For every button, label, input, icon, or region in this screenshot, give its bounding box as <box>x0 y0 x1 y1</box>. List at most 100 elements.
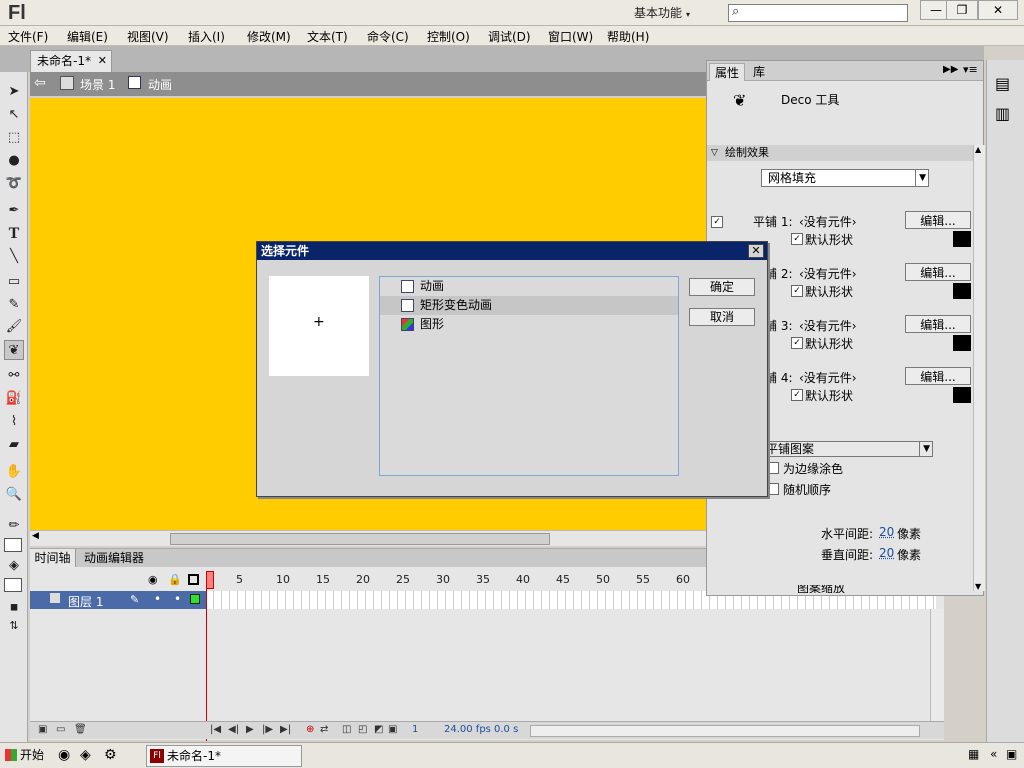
line-tool-icon[interactable]: ╲ <box>4 247 24 267</box>
deco-tool-icon[interactable]: ❦ <box>4 340 24 360</box>
menu-window[interactable]: 窗口(W) <box>548 28 593 45</box>
tab-timeline[interactable]: 时间轴 <box>30 549 76 567</box>
close-icon[interactable]: ✕ <box>98 51 107 71</box>
list-item-rect-color-animation[interactable]: 矩形变色动画 <box>380 296 678 315</box>
playhead[interactable] <box>206 571 214 741</box>
next-frame-icon[interactable]: |▶ <box>262 724 273 735</box>
menu-debug[interactable]: 调试(D) <box>488 28 531 45</box>
rectangle-tool-icon[interactable]: ▭ <box>4 272 24 292</box>
menu-file[interactable]: 文件(F) <box>8 28 48 45</box>
properties-panel-icon[interactable]: ▤ <box>995 74 1010 93</box>
taskbar-app-flash[interactable]: Fl 未命名-1* <box>146 745 302 767</box>
eraser-tool-icon[interactable]: ▰ <box>4 435 24 455</box>
eye-icon[interactable]: ◉ <box>148 573 158 586</box>
paint-bucket-tool-icon[interactable]: ⛽ <box>4 389 24 409</box>
cancel-button[interactable]: 取消 <box>689 308 755 326</box>
scene-breadcrumb[interactable]: 场景 1 <box>80 76 115 93</box>
play-icon[interactable]: ▶ <box>246 724 254 735</box>
keyboard-icon[interactable]: ▦ <box>968 747 979 761</box>
brush-tool-icon[interactable]: 🖌 <box>4 317 24 337</box>
edit-multiple-icon[interactable]: ◩ <box>374 724 383 735</box>
network-icon[interactable]: ▣ <box>1006 747 1017 761</box>
menu-control[interactable]: 控制(O) <box>427 28 470 45</box>
tile-1-default-checkbox[interactable]: ✓ <box>791 233 803 245</box>
tile-4-edit-button[interactable]: 编辑... <box>905 367 971 385</box>
onion-outline-icon[interactable]: ◰ <box>358 724 367 735</box>
close-window-button[interactable]: ✕ <box>978 0 1018 20</box>
tab-motion-editor[interactable]: 动画编辑器 <box>78 549 150 567</box>
lasso-tool-icon[interactable]: ➰ <box>4 174 24 194</box>
menu-text[interactable]: 文本(T) <box>307 28 348 45</box>
tile-4-default-checkbox[interactable]: ✓ <box>791 389 803 401</box>
zoom-tool-icon[interactable]: 🔍 <box>4 485 24 505</box>
lock-dot[interactable]: • <box>174 592 181 606</box>
visibility-dot[interactable]: • <box>154 592 161 606</box>
scroll-left-icon[interactable]: ◀ <box>32 531 39 541</box>
tile-2-color-swatch[interactable] <box>953 283 971 299</box>
fill-color-swatch[interactable] <box>4 578 22 592</box>
workspace-switcher[interactable]: 基本功能 ▾ <box>634 3 714 23</box>
tile-1-color-swatch[interactable] <box>953 231 971 247</box>
current-frame[interactable]: 1 <box>412 724 418 735</box>
list-item-animation[interactable]: 动画 <box>380 277 678 296</box>
new-layer-icon[interactable]: ▣ <box>38 724 47 735</box>
black-white-icon[interactable]: ◼ <box>4 598 24 618</box>
timeline-horizontal-scrollbar[interactable] <box>530 725 920 737</box>
stroke-color-swatch[interactable] <box>4 538 22 552</box>
settings-icon[interactable]: ⚙ <box>104 747 117 763</box>
layer-outline-color[interactable] <box>190 594 200 604</box>
tile-3-edit-button[interactable]: 编辑... <box>905 315 971 333</box>
new-folder-icon[interactable]: ▭ <box>56 724 65 735</box>
previous-frame-icon[interactable]: ◀| <box>228 724 239 735</box>
pattern-select[interactable]: 平铺图案 ▼ <box>761 441 933 457</box>
tile-2-default-checkbox[interactable]: ✓ <box>791 285 803 297</box>
scroll-up-icon[interactable]: ▲ <box>975 145 981 154</box>
menu-commands[interactable]: 命令(C) <box>367 28 409 45</box>
library-panel-icon[interactable]: ▥ <box>995 104 1010 123</box>
frame-rate[interactable]: 24.00 fps <box>444 724 491 735</box>
menu-edit[interactable]: 编辑(E) <box>67 28 108 45</box>
swap-colors-icon[interactable]: ⇅ <box>4 616 24 636</box>
explorer-icon[interactable]: ◈ <box>80 747 91 763</box>
scroll-down-icon[interactable]: ▼ <box>975 582 981 591</box>
tile-1-edit-button[interactable]: 编辑... <box>905 211 971 229</box>
lock-icon[interactable]: 🔒 <box>168 573 182 586</box>
playhead-handle[interactable] <box>206 571 214 589</box>
menu-insert[interactable]: 插入(I) <box>188 28 225 45</box>
elapsed-time[interactable]: 0.0 s <box>494 724 518 735</box>
delete-icon[interactable]: 🗑 <box>74 724 87 735</box>
symbol-breadcrumb[interactable]: 动画 <box>148 76 172 93</box>
tile-3-color-swatch[interactable] <box>953 335 971 351</box>
tile-4-color-swatch[interactable] <box>953 387 971 403</box>
last-frame-icon[interactable]: ▶| <box>280 724 291 735</box>
free-transform-tool-icon[interactable]: ⬚ <box>4 128 24 148</box>
help-search-input[interactable]: ⌕ <box>728 4 908 22</box>
edge-checkbox[interactable] <box>767 462 779 474</box>
loop-icon[interactable]: ⇄ <box>320 724 328 735</box>
stroke-color-icon[interactable]: ✏ <box>4 516 24 536</box>
menu-modify[interactable]: 修改(M) <box>247 28 291 45</box>
list-item-graphic[interactable]: 图形 <box>380 315 678 334</box>
h-spacing-value[interactable]: 20 <box>879 525 894 539</box>
document-tab[interactable]: 未命名-1* ✕ <box>30 50 112 72</box>
tab-library[interactable]: 库 <box>749 63 769 81</box>
fill-color-icon[interactable]: ◈ <box>4 556 24 576</box>
tile-3-default-checkbox[interactable]: ✓ <box>791 337 803 349</box>
eyedropper-tool-icon[interactable]: ⌇ <box>4 412 24 432</box>
hand-tool-icon[interactable]: ✋ <box>4 462 24 482</box>
random-checkbox[interactable] <box>767 483 779 495</box>
onion-skin-icon[interactable]: ◫ <box>342 724 351 735</box>
v-spacing-value[interactable]: 20 <box>879 546 894 560</box>
3d-rotation-tool-icon[interactable]: ● <box>4 151 24 171</box>
center-frame-icon[interactable]: ⊕ <box>306 724 314 735</box>
timeline-vertical-scrollbar[interactable] <box>930 609 944 721</box>
stage-horizontal-scrollbar[interactable]: ◀ <box>30 530 710 546</box>
layer-row[interactable]: 图层 1 ✎ • • <box>30 591 206 609</box>
selection-tool-icon[interactable]: ➤ <box>4 82 24 102</box>
tab-properties[interactable]: 属性 <box>709 63 745 81</box>
menu-help[interactable]: 帮助(H) <box>607 28 649 45</box>
subselection-tool-icon[interactable]: ↖ <box>4 105 24 125</box>
bone-tool-icon[interactable]: ⚯ <box>4 366 24 386</box>
properties-scrollbar[interactable]: ▲ ▼ <box>973 145 985 591</box>
section-header-drawing-effect[interactable]: ▽ 绘制效果 <box>707 145 973 161</box>
